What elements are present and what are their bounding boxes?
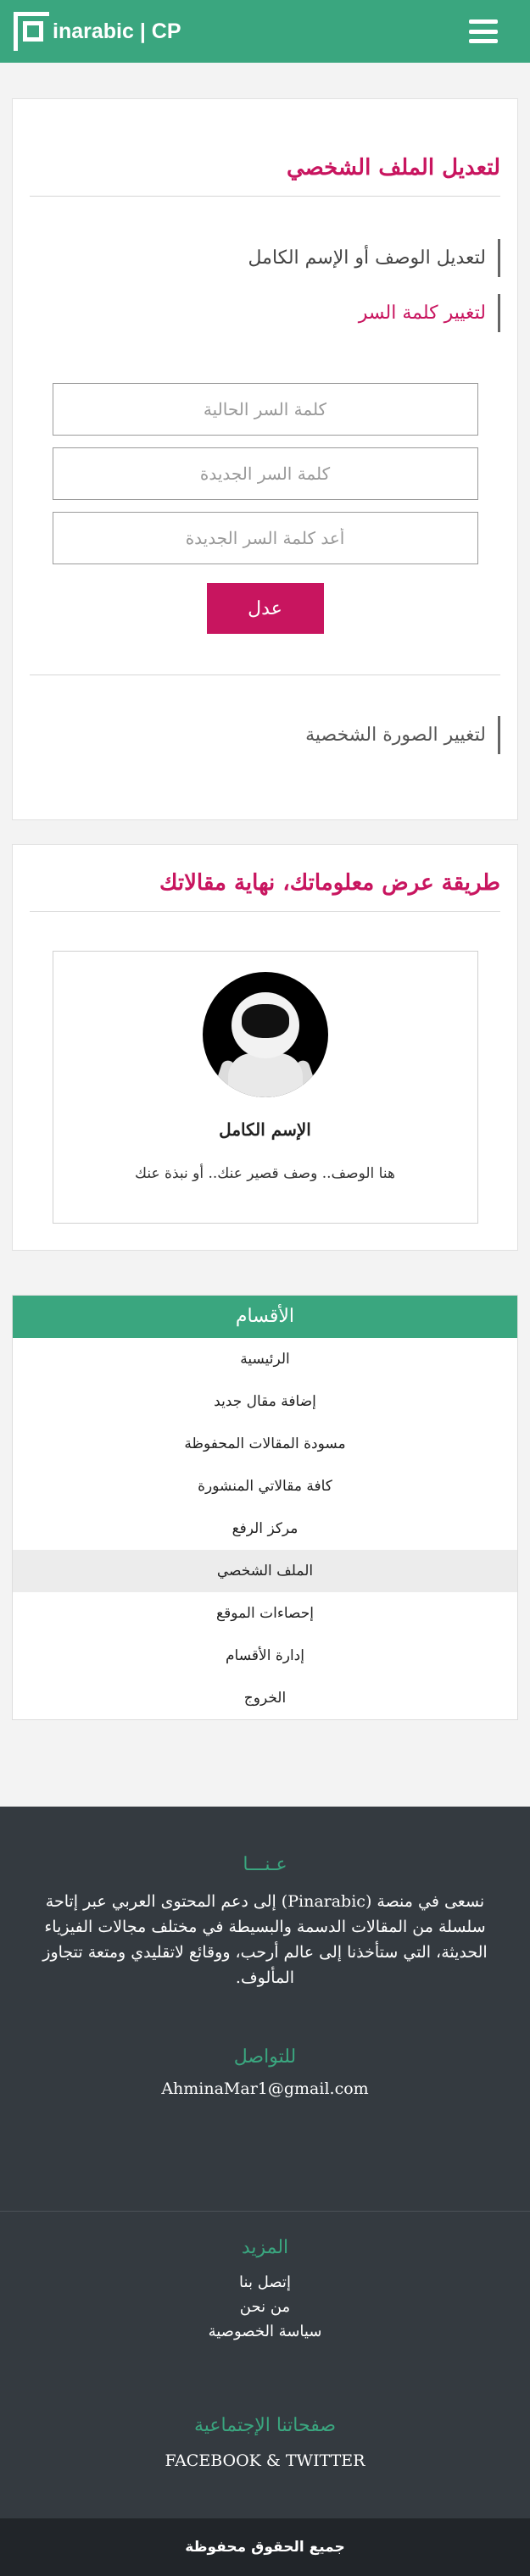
edit-profile-card: لتعديل الملف الشخصي لتعديل الوصف أو الإس… — [12, 98, 518, 820]
menu-toggle-button[interactable] — [469, 19, 498, 43]
copyright: جميع الحقوق محفوظة — [0, 2518, 530, 2576]
social-links[interactable]: FACEBOOK & TWITTER — [0, 2451, 530, 2470]
category-item-uploads[interactable]: مركز الرفع — [13, 1507, 517, 1550]
hamburger-icon — [469, 19, 498, 24]
contact-us-link[interactable]: إتصل بنا — [0, 2270, 530, 2295]
category-item-logout[interactable]: الخروج — [13, 1677, 517, 1719]
about-title: عـنـــا — [243, 1854, 287, 1875]
privacy-policy-link[interactable]: سياسة الخصوصية — [0, 2319, 530, 2344]
repeat-password-input[interactable] — [52, 512, 478, 564]
current-password-input[interactable] — [52, 383, 478, 436]
category-item-new-article[interactable]: إضافة مقال جديد — [13, 1380, 517, 1423]
avatar — [202, 972, 328, 1097]
change-password-link[interactable]: لتغيير كلمة السر — [30, 294, 500, 332]
contact-email-link[interactable]: AhminaMar1@gmail.com — [0, 2079, 530, 2098]
display-info-title: طريقة عرض معلوماتك، نهاية مقالاتك — [30, 845, 500, 912]
category-item-manage-sections[interactable]: إدارة الأقسام — [13, 1635, 517, 1677]
category-item-stats[interactable]: إحصاءات الموقع — [13, 1592, 517, 1635]
categories-panel: الأقسام الرئيسية إضافة مقال جديد مسودة ا… — [12, 1295, 518, 1720]
brand-name: inarabic | CP — [53, 19, 181, 43]
submit-button[interactable]: عدل — [206, 583, 324, 634]
category-item-home[interactable]: الرئيسية — [13, 1338, 517, 1380]
about-us-link[interactable]: من نحن — [0, 2295, 530, 2319]
change-photo-link[interactable]: لتغيير الصورة الشخصية — [30, 716, 500, 754]
category-item-published[interactable]: كافة مقالاتي المنشورة — [13, 1465, 517, 1507]
about-text: نسعى في منصة (Pinarabic) إلى دعم المحتوى… — [42, 1892, 488, 1987]
top-navbar: inarabic | CP — [0, 0, 530, 63]
category-item-profile[interactable]: الملف الشخصي — [13, 1550, 517, 1592]
social-title: صفحاتنا الإجتماعية — [193, 2415, 337, 2436]
profile-full-name: الإسم الكامل — [219, 1119, 311, 1140]
categories-title: الأقسام — [13, 1296, 517, 1338]
edit-name-link[interactable]: لتعديل الوصف أو الإسم الكامل — [30, 239, 500, 277]
profile-description: هنا الوصف.. وصف قصير عنك.. أو نبذة عنك — [135, 1165, 395, 1182]
logo-icon — [14, 12, 49, 51]
change-password-form: عدل — [52, 383, 478, 634]
display-info-card: طريقة عرض معلوماتك، نهاية مقالاتك الإسم … — [12, 844, 518, 1251]
more-title: المزيد — [241, 2237, 289, 2258]
new-password-input[interactable] — [52, 447, 478, 500]
contact-title: للتواصل — [233, 2046, 297, 2068]
brand-logo[interactable]: inarabic | CP — [14, 12, 181, 51]
footer: عـنـــا نسعى في منصة (Pinarabic) إلى دعم… — [0, 1807, 530, 2576]
profile-preview: الإسم الكامل هنا الوصف.. وصف قصير عنك.. … — [52, 951, 478, 1224]
category-item-drafts[interactable]: مسودة المقالات المحفوظة — [13, 1423, 517, 1465]
edit-profile-title: لتعديل الملف الشخصي — [30, 99, 500, 197]
